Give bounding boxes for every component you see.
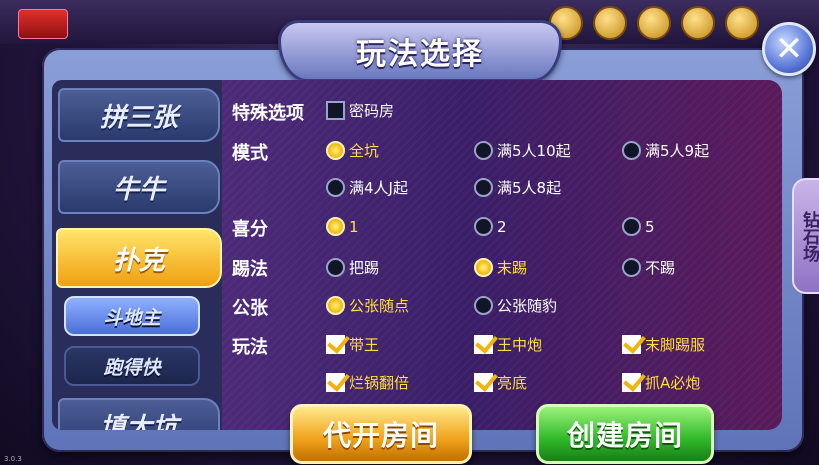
label-public-card: 公张 [232,298,268,319]
checkbox-icon[interactable] [474,335,493,354]
game-category-sidebar: 拼三张 牛牛 扑克 斗地主 跑得快 填大坑 [52,80,227,430]
radio-icon[interactable] [326,178,345,197]
option-password-room[interactable]: 密码房 [326,100,394,121]
subtab-doudizhu[interactable]: 斗地主 [64,296,200,336]
game-logo [18,9,68,39]
option-play-show-bottom[interactable]: 亮底 [474,372,527,393]
option-mode-5p10[interactable]: 满5人10起 [474,140,571,161]
tab-niuniu[interactable]: 牛牛 [58,160,220,214]
radio-icon[interactable] [474,258,493,277]
option-kick-mo[interactable]: 末踢 [474,257,527,278]
radio-icon[interactable] [474,141,493,160]
option-bonus-1[interactable]: 1 [326,217,359,236]
radio-icon[interactable] [474,296,493,315]
dialog-title: 玩法选择 [356,37,484,72]
radio-icon[interactable] [474,178,493,197]
settings-icon[interactable] [725,6,759,40]
option-mode-quankeng[interactable]: 全坑 [326,140,379,161]
option-kick-ba[interactable]: 把踢 [326,257,379,278]
radio-icon[interactable] [326,141,345,160]
dialog-title-plate: 玩法选择 [278,20,562,82]
label-special: 特殊选项 [232,103,304,124]
option-bonus-5[interactable]: 5 [622,217,655,236]
label-play: 玩法 [232,337,268,358]
option-kick-none[interactable]: 不踢 [622,257,675,278]
option-play-ace-bomb[interactable]: 抓A必炮 [622,372,700,393]
option-public-random-point[interactable]: 公张随点 [326,295,409,316]
radio-icon[interactable] [326,258,345,277]
option-mode-5p8[interactable]: 满5人8起 [474,177,561,198]
radio-icon[interactable] [326,217,345,236]
checkbox-icon[interactable] [326,335,345,354]
option-play-with-joker[interactable]: 带王 [326,334,379,355]
close-icon: ✕ [774,29,804,69]
radio-icon[interactable] [622,217,641,236]
checkbox-icon[interactable] [622,373,641,392]
create-room-button[interactable]: 创建房间 [536,404,714,464]
option-play-joker-bomb[interactable]: 王中炮 [474,334,542,355]
tab-tiandakeng[interactable]: 填大坑 [58,398,220,430]
label-mode: 模式 [232,143,268,164]
diamond-room-label: 钻石场 [799,210,819,262]
top-icon-group [549,6,759,40]
service-icon[interactable] [681,6,715,40]
option-mode-4pj[interactable]: 满4人J起 [326,177,408,198]
options-panel: 特殊选项 密码房 模式 全坑 满5人10起 满5人9起 满4人J起 满5人8起 … [222,80,782,430]
radio-icon[interactable] [622,258,641,277]
label-bonus: 喜分 [232,219,268,240]
diamond-room-tab[interactable]: 钻石场 [792,178,819,294]
checkbox-icon[interactable] [474,373,493,392]
subtab-paodekuai[interactable]: 跑得快 [64,346,200,386]
radio-icon[interactable] [622,141,641,160]
checkbox-icon[interactable] [326,101,345,120]
label-kick: 踢法 [232,259,268,280]
version-label: 3.0.3 [4,455,22,463]
option-mode-5p9[interactable]: 满5人9起 [622,140,709,161]
gift-icon[interactable] [637,6,671,40]
option-public-random-leopard[interactable]: 公张随豹 [474,295,557,316]
option-play-double[interactable]: 烂锅翻倍 [326,372,409,393]
close-button[interactable]: ✕ [762,22,816,76]
radio-icon[interactable] [326,296,345,315]
option-bonus-2[interactable]: 2 [474,217,507,236]
tab-puke[interactable]: 扑克 [56,228,222,288]
list-icon[interactable] [593,6,627,40]
proxy-room-button[interactable]: 代开房间 [290,404,472,464]
checkbox-icon[interactable] [326,373,345,392]
radio-icon[interactable] [474,217,493,236]
option-play-last-kick[interactable]: 末脚踢服 [622,334,705,355]
tab-pinsanzhang[interactable]: 拼三张 [58,88,220,142]
checkbox-icon[interactable] [622,335,641,354]
